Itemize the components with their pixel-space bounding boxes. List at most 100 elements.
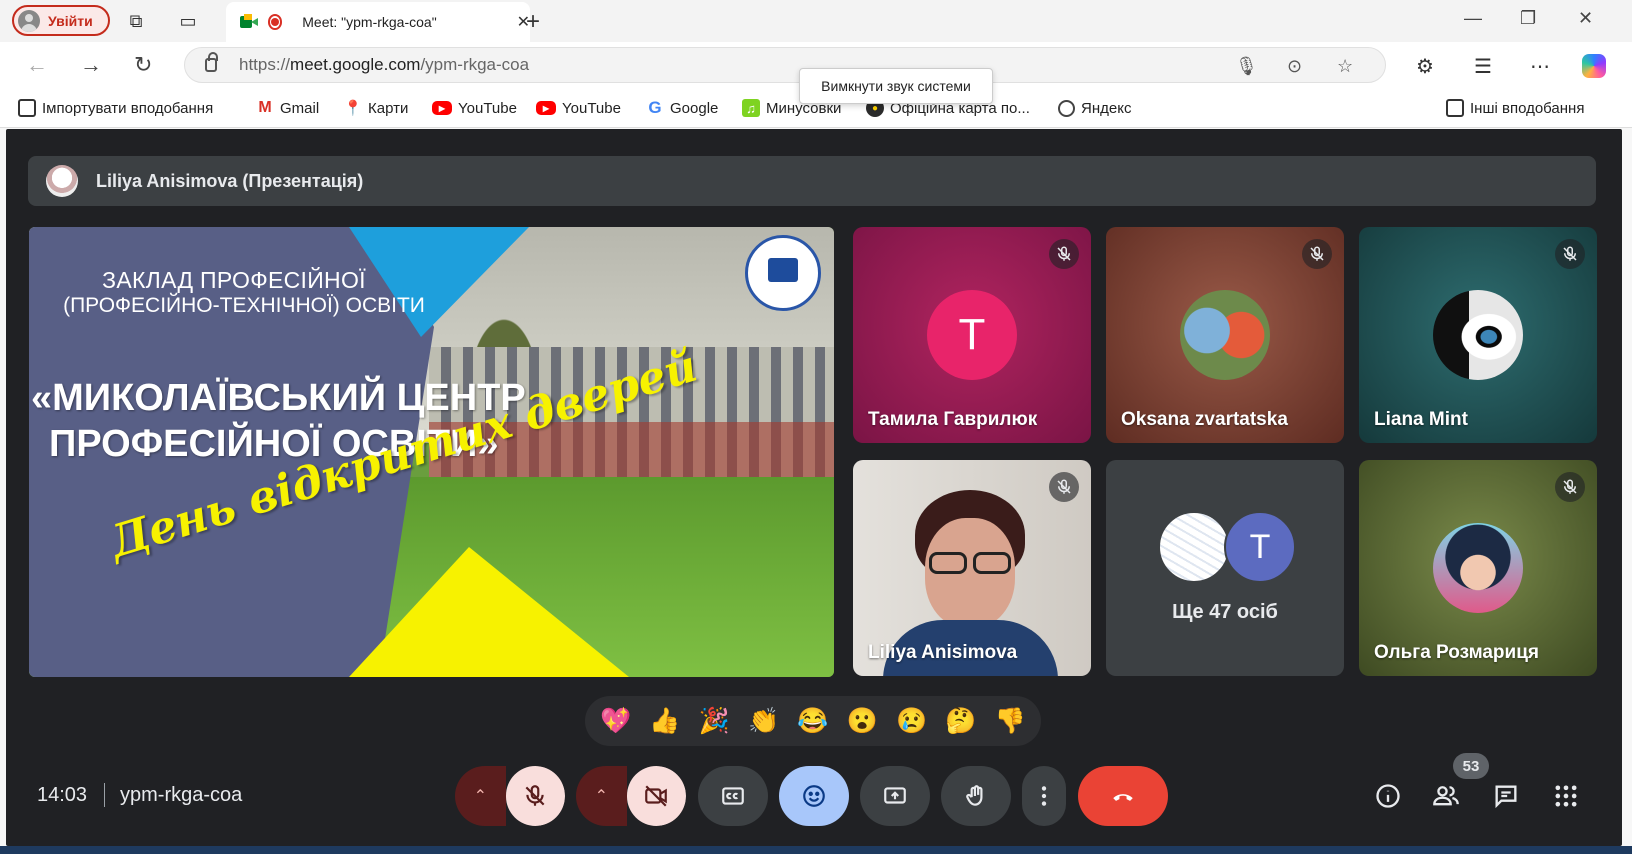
participant-tile-video[interactable]: Liliya Anisimova [853, 460, 1091, 676]
bookmark-youtube-1[interactable]: ▶ YouTube [432, 98, 517, 118]
restore-icon[interactable]: ❐ [1520, 8, 1536, 29]
reaction-thinking[interactable]: 🤔 [941, 707, 981, 736]
folder-icon [1446, 99, 1464, 117]
tab-title: Meet: "ypm-rkga-coa" [302, 14, 437, 30]
participant-tile[interactable]: T Тамила Гаврилюк [853, 227, 1091, 443]
people-icon [1433, 786, 1459, 806]
end-call-icon [1113, 794, 1133, 801]
mic-control: ⌃ [455, 766, 565, 826]
tab-meet[interactable]: Meet: "ypm-rkga-coa" ✕ [226, 2, 530, 42]
profile-avatar-icon [18, 9, 40, 32]
extensions-icon[interactable]: ⚙ [1416, 54, 1434, 79]
meeting-time: 14:03 [37, 784, 88, 806]
google-meet-icon [240, 14, 258, 30]
participant-tile[interactable]: Oksana zvartatska [1106, 227, 1344, 443]
new-tab-icon[interactable]: + [526, 8, 540, 36]
audio-options-chevron-icon[interactable]: ⌃ [455, 766, 506, 826]
meeting-code: ypm-rkga-coa [120, 784, 243, 806]
gmail-icon: M [258, 99, 272, 116]
copilot-icon[interactable] [1582, 54, 1606, 78]
bookmark-youtube-2[interactable]: ▶ YouTube [536, 98, 621, 118]
bookmark-google[interactable]: G Google [646, 98, 718, 118]
participant-tile[interactable]: Liana Mint [1359, 227, 1597, 443]
captions-icon [722, 787, 744, 805]
camera-toggle-button[interactable] [626, 766, 686, 826]
bookmark-maps[interactable]: 📍 Карти [343, 98, 409, 118]
vertical-tabs-icon[interactable]: ▭ [176, 9, 200, 33]
reaction-party[interactable]: 🎉 [694, 707, 734, 736]
mic-toggle-button[interactable] [505, 766, 565, 826]
favorites-icon[interactable]: ☰ [1474, 54, 1492, 79]
present-screen-icon [884, 787, 906, 804]
taskbar-strip [0, 846, 1632, 854]
reaction-clap[interactable]: 👏 [744, 707, 784, 736]
reaction-sad[interactable]: 😢 [892, 707, 932, 736]
avatar [1433, 523, 1523, 613]
globe-icon [1058, 99, 1075, 117]
import-icon [18, 99, 36, 117]
reaction-thumbs-down[interactable]: 👎 [990, 707, 1030, 736]
reactions-button[interactable] [779, 766, 849, 826]
tab-bar: Увійти ⧉ ▭ Meet: "ypm-rkga-coa" ✕ + — ❐ … [0, 0, 1632, 42]
chat-button[interactable] [1488, 778, 1524, 814]
avatar [1158, 511, 1230, 583]
leave-call-button[interactable] [1078, 766, 1168, 826]
maps-icon: 📍 [343, 100, 363, 117]
address-bar[interactable]: https://meet.google.com/ypm-rkga-coa 🎙 ⊙… [184, 47, 1386, 83]
profile-button[interactable]: Увійти [12, 5, 110, 36]
music-icon: ♫ [742, 99, 760, 117]
participant-name: Liana Mint [1374, 409, 1468, 430]
youtube-icon: ▶ [432, 101, 452, 115]
reaction-surprised[interactable]: 😮 [842, 707, 882, 736]
reaction-thumbs-up[interactable]: 👍 [645, 707, 685, 736]
favorite-star-icon[interactable]: ☆ [1337, 56, 1353, 77]
raise-hand-button[interactable] [941, 766, 1011, 826]
avatar [1180, 290, 1270, 380]
captions-button[interactable] [698, 766, 768, 826]
recording-icon [267, 14, 283, 30]
slide-line1: ЗАКЛАД ПРОФЕСІЙНОЇ [102, 267, 366, 293]
reaction-laugh[interactable]: 😂 [793, 707, 833, 736]
hand-icon [966, 785, 983, 806]
more-menu-icon[interactable]: ⋯ [1530, 54, 1550, 79]
apps-grid-icon [1555, 785, 1577, 807]
close-window-icon[interactable]: ✕ [1578, 8, 1593, 29]
mic-off-icon [1049, 472, 1079, 502]
present-button[interactable] [860, 766, 930, 826]
reactions-bar: 💖 👍 🎉 👏 😂 😮 😢 🤔 👎 [585, 696, 1041, 746]
more-vertical-icon [1041, 786, 1047, 806]
bookmark-import[interactable]: Імпортувати вподобання [18, 98, 213, 118]
chat-icon [1495, 785, 1517, 809]
microphone-icon[interactable]: 🎙 [1235, 56, 1258, 77]
minimize-icon[interactable]: — [1464, 8, 1482, 29]
tooltip: Вимкнути звук системи [799, 68, 993, 104]
presenter-label: Liliya Anisimova (Презентація) [96, 170, 364, 191]
avatar: T [1224, 511, 1296, 583]
other-bookmarks[interactable]: Інші вподобання [1446, 98, 1584, 118]
presentation-slide[interactable]: ЗАКЛАД ПРОФЕСІЙНОЇ (ПРОФЕСІЙНО-ТЕХНІЧНОЇ… [29, 227, 834, 677]
url-text: https://meet.google.com/ypm-rkga-coa [239, 55, 530, 74]
avatar: T [927, 290, 1017, 380]
more-options-button[interactable] [1022, 766, 1066, 826]
bookmark-yandex[interactable]: Яндекс [1058, 98, 1131, 118]
video-options-chevron-icon[interactable]: ⌃ [576, 766, 627, 826]
activities-button[interactable] [1548, 778, 1584, 814]
emoji-icon [803, 785, 825, 807]
participant-name: Liliya Anisimova [868, 642, 1018, 663]
participant-count-badge: 53 [1453, 753, 1489, 779]
meeting-info-button[interactable] [1370, 778, 1406, 814]
presenter-bar[interactable]: Liliya Anisimova (Презентація) [28, 156, 1596, 206]
lock-icon[interactable] [205, 52, 218, 72]
forward-icon[interactable]: → [80, 52, 102, 78]
school-logo [745, 235, 821, 311]
people-button[interactable] [1428, 778, 1464, 814]
participant-tile[interactable]: Ольга Розмариця [1359, 460, 1597, 676]
more-participants-tile[interactable]: T Ще 47 осіб [1106, 460, 1344, 676]
back-icon[interactable]: ← [26, 52, 48, 78]
camera-control: ⌃ [576, 766, 686, 826]
bookmark-gmail[interactable]: M Gmail [256, 98, 319, 118]
read-aloud-icon[interactable]: ⊙ [1287, 56, 1302, 77]
workspaces-icon[interactable]: ⧉ [124, 9, 148, 33]
reaction-sparkling-heart[interactable]: 💖 [596, 707, 636, 736]
reload-icon[interactable]: ↻ [134, 52, 152, 78]
